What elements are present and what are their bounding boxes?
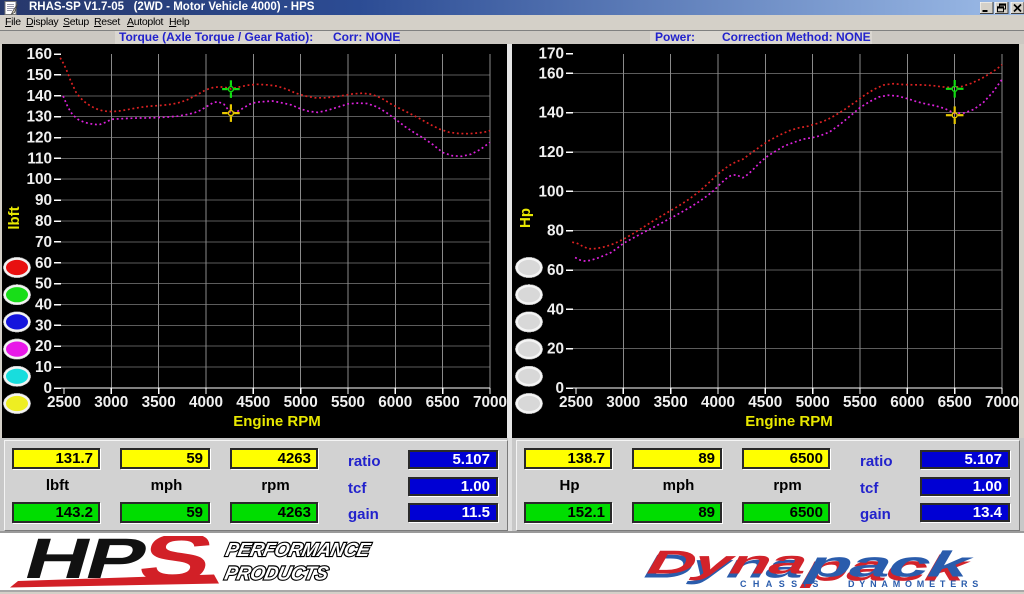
svg-text:20: 20	[547, 341, 564, 358]
svg-text:5000: 5000	[796, 394, 830, 411]
svg-text:40: 40	[547, 301, 564, 318]
svg-text:7000: 7000	[985, 394, 1019, 411]
svg-text:7000: 7000	[473, 394, 507, 411]
svg-text:30: 30	[35, 317, 52, 334]
svg-text:3000: 3000	[94, 394, 128, 411]
svg-text:5000: 5000	[284, 394, 318, 411]
svg-text:2500: 2500	[47, 394, 81, 411]
svg-text:6500: 6500	[426, 394, 460, 411]
svg-text:10: 10	[35, 359, 52, 376]
svg-text:60: 60	[35, 255, 52, 272]
svg-text:160: 160	[26, 46, 52, 63]
svg-text:5500: 5500	[331, 394, 365, 411]
svg-text:160: 160	[538, 65, 564, 82]
svg-text:40: 40	[35, 297, 52, 314]
svg-text:70: 70	[35, 234, 52, 251]
svg-text:PRODUCTS: PRODUCTS	[223, 564, 331, 585]
svg-text:0: 0	[555, 380, 564, 397]
svg-text:120: 120	[538, 144, 564, 161]
svg-text:Engine RPM: Engine RPM	[745, 413, 833, 430]
svg-text:130: 130	[26, 109, 52, 126]
svg-text:Dyna: Dyna	[645, 544, 810, 580]
svg-text:4500: 4500	[748, 394, 782, 411]
svg-text:20: 20	[35, 338, 52, 355]
svg-text:120: 120	[26, 130, 52, 147]
svg-text:Hp: Hp	[517, 208, 534, 228]
svg-text:140: 140	[538, 105, 564, 122]
svg-text:5500: 5500	[843, 394, 877, 411]
svg-text:170: 170	[538, 46, 564, 63]
svg-text:3500: 3500	[654, 394, 688, 411]
svg-text:6000: 6000	[890, 394, 924, 411]
svg-text:PERFORMANCE: PERFORMANCE	[224, 540, 373, 561]
svg-text:150: 150	[26, 67, 52, 84]
svg-text:4000: 4000	[189, 394, 223, 411]
svg-text:60: 60	[547, 262, 564, 279]
svg-text:4000: 4000	[701, 394, 735, 411]
svg-text:100: 100	[26, 171, 52, 188]
svg-text:Engine RPM: Engine RPM	[233, 413, 321, 430]
svg-text:4500: 4500	[236, 394, 270, 411]
svg-text:3000: 3000	[606, 394, 640, 411]
svg-text:80: 80	[35, 213, 52, 230]
svg-text:2500: 2500	[559, 394, 593, 411]
svg-text:lbft: lbft	[6, 206, 23, 229]
svg-text:3500: 3500	[142, 394, 176, 411]
svg-text:100: 100	[538, 183, 564, 200]
svg-text:CHASSIS: CHASSIS	[740, 579, 825, 589]
svg-text:DYNAMOMETERS: DYNAMOMETERS	[848, 579, 983, 589]
svg-text:110: 110	[27, 150, 52, 167]
svg-text:50: 50	[35, 276, 52, 293]
svg-text:0: 0	[43, 380, 52, 397]
svg-text:S: S	[131, 536, 223, 594]
svg-text:80: 80	[547, 223, 564, 240]
svg-text:140: 140	[26, 88, 52, 105]
svg-text:6500: 6500	[938, 394, 972, 411]
svg-text:90: 90	[35, 192, 52, 209]
svg-text:6000: 6000	[378, 394, 412, 411]
